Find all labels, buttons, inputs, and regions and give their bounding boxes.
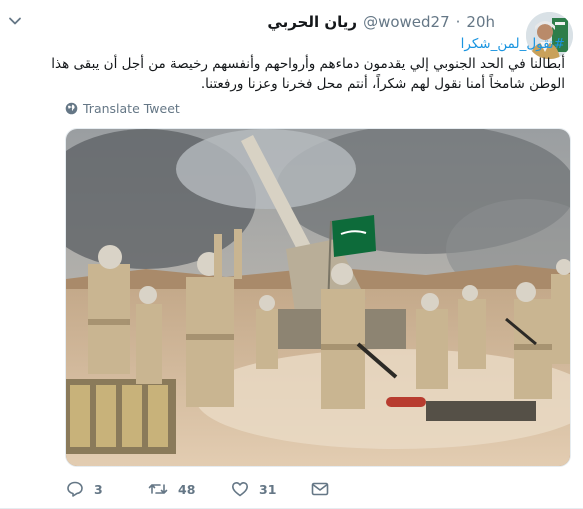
user-handle[interactable]: @wowed27 [363, 13, 450, 31]
heart-icon [232, 482, 248, 497]
tweet-card[interactable]: ريان الحربي @wowed27 · 20h #تقول_لمن_شكر… [0, 0, 583, 509]
translate-tweet-link[interactable]: Translate Tweet [65, 101, 180, 116]
globe-icon [65, 102, 78, 115]
retweet-button[interactable]: 48 [148, 480, 231, 498]
reply-count: 3 [94, 481, 103, 497]
timestamp[interactable]: 20h [466, 13, 495, 31]
tweet-text: #تقول_لمن_شكرا أبطالنا في الحد الجنوبي إ… [45, 34, 565, 94]
tweet-body: أبطالنا في الحد الجنوبي إلي يقدمون دماءه… [51, 56, 565, 92]
retweet-count: 48 [178, 481, 196, 497]
retweet-icon [148, 484, 168, 494]
translate-label: Translate Tweet [83, 101, 180, 116]
like-count: 31 [259, 481, 277, 497]
hashtag-link[interactable]: #تقول_لمن_شكرا [45, 34, 565, 54]
tweet-header: ريان الحربي @wowed27 · 20h [267, 13, 495, 31]
envelope-icon [311, 482, 329, 496]
reply-icon [67, 481, 83, 497]
tweet-photo[interactable] [65, 128, 571, 467]
separator-dot: · [455, 13, 461, 31]
direct-message-button[interactable] [311, 481, 329, 497]
reply-button[interactable]: 3 [66, 480, 148, 498]
chevron-down-icon[interactable] [8, 14, 22, 28]
display-name[interactable]: ريان الحربي [267, 13, 357, 31]
like-button[interactable]: 31 [231, 480, 311, 498]
tweet-actions: 3 48 31 [66, 480, 329, 498]
